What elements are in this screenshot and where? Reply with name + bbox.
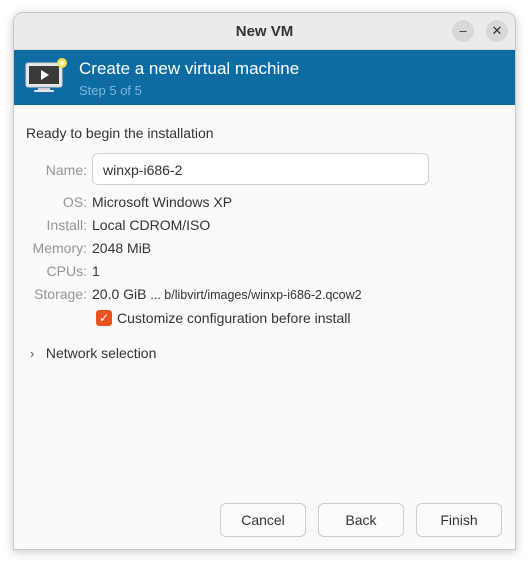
name-label: Name:	[45, 162, 87, 178]
customize-label[interactable]: Customize configuration before install	[117, 310, 350, 326]
banner-title: Create a new virtual machine	[79, 59, 300, 78]
finish-button[interactable]: Finish	[416, 503, 502, 537]
install-label: Install:	[46, 217, 87, 233]
os-value: Microsoft Windows XP	[92, 194, 233, 210]
close-button[interactable]: ✕	[486, 20, 508, 42]
memory-label: Memory:	[32, 240, 87, 256]
storage-value: 20.0 GiB ... b/libvirt/images/winxp-i686…	[92, 286, 362, 302]
close-icon: ✕	[491, 23, 503, 38]
memory-value: 2048 MiB	[92, 240, 152, 256]
storage-path: ... b/libvirt/images/winxp-i686-2.qcow2	[150, 288, 362, 302]
storage-label: Storage:	[34, 286, 87, 302]
network-selection-label: Network selection	[45, 345, 157, 361]
cancel-button[interactable]: Cancel	[220, 503, 306, 537]
titlebar: New VM – ✕	[14, 13, 515, 50]
monitor-play-icon	[25, 58, 67, 92]
summary-heading: Ready to begin the installation	[26, 125, 214, 141]
minimize-button[interactable]: –	[452, 20, 474, 42]
os-label: OS:	[62, 194, 87, 210]
customize-checkbox[interactable]: ✓	[96, 310, 112, 326]
new-vm-window: New VM – ✕ Create a new virtual machine …	[13, 12, 516, 550]
wizard-banner: Create a new virtual machine Step 5 of 5	[14, 50, 515, 105]
install-value: Local CDROM/ISO	[92, 217, 211, 233]
storage-size: 20.0 GiB	[92, 286, 147, 302]
cpus-label: CPUs:	[46, 263, 87, 279]
checkmark-icon: ✓	[98, 311, 110, 325]
network-selection-expander[interactable]: › Network selection	[30, 345, 156, 361]
chevron-right-icon: ›	[30, 346, 35, 361]
name-field[interactable]: winxp-i686-2	[92, 153, 429, 185]
step-indicator: Step 5 of 5	[79, 83, 142, 98]
cpus-value: 1	[92, 263, 100, 279]
window-title: New VM	[235, 23, 294, 40]
back-button[interactable]: Back	[318, 503, 404, 537]
minimize-icon: –	[459, 23, 467, 38]
